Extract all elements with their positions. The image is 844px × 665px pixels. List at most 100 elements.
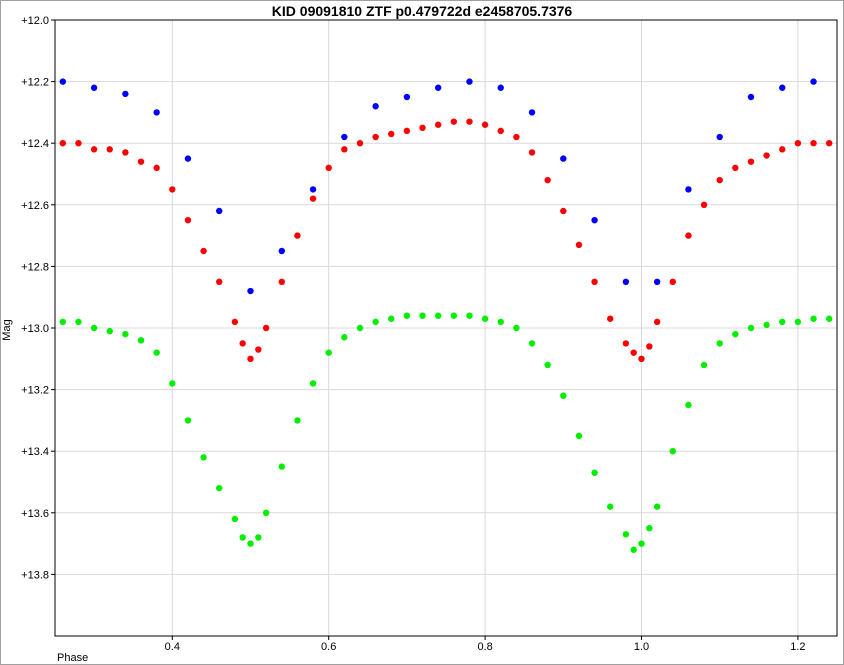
data-point (732, 164, 739, 172)
data-point (184, 217, 192, 224)
data-point (309, 195, 317, 202)
data-point (294, 232, 301, 239)
data-point (90, 84, 98, 91)
data-point (403, 312, 411, 319)
data-point (763, 321, 770, 329)
data-point (513, 133, 520, 141)
data-point (341, 334, 348, 341)
data-point (810, 78, 817, 85)
data-point (122, 90, 129, 98)
data-point (169, 186, 176, 193)
data-point (255, 534, 262, 541)
data-point (75, 140, 82, 147)
data-point (75, 318, 82, 326)
data-point (497, 84, 504, 91)
data-point (528, 149, 536, 156)
data-point (59, 318, 67, 326)
data-point (481, 121, 489, 128)
data-point (137, 337, 145, 344)
data-point (122, 149, 129, 156)
y-tick-label: +12.6 (21, 200, 49, 212)
data-point (700, 361, 708, 369)
x-tick-label: 0.6 (321, 641, 336, 653)
data-point (59, 78, 67, 85)
data-point (309, 186, 317, 193)
data-point (278, 247, 285, 255)
data-point (200, 247, 207, 255)
data-point (341, 133, 348, 141)
data-point (419, 312, 426, 319)
data-point (630, 546, 637, 553)
data-point (528, 340, 536, 347)
data-point (153, 109, 160, 116)
data-point (763, 152, 770, 159)
data-point (716, 176, 723, 184)
data-point (669, 278, 676, 285)
data-point (216, 484, 223, 492)
data-point (497, 127, 504, 135)
data-point (685, 232, 692, 239)
data-point (278, 463, 285, 470)
data-point (716, 133, 723, 141)
data-point (90, 146, 98, 153)
axis-ticks: 0.4 0.6 0.8 1.0 1.2 +12.0 +12.2 +12.4 +12.6 +12.8… (21, 15, 805, 653)
data-point (528, 109, 536, 116)
data-point (372, 103, 379, 110)
data-point (372, 318, 379, 326)
data-point (419, 124, 426, 131)
data-point (278, 278, 285, 285)
data-point (646, 343, 653, 350)
data-point (810, 315, 817, 322)
data-point (450, 118, 458, 125)
data-point (262, 324, 270, 332)
data-point (106, 327, 113, 335)
data-point (622, 340, 630, 347)
data-point (403, 127, 411, 135)
data-point (247, 540, 254, 547)
data-point (122, 330, 129, 338)
data-point (653, 278, 661, 285)
data-point (450, 312, 458, 319)
data-points (59, 78, 833, 553)
data-point (231, 515, 239, 523)
data-point (591, 278, 598, 285)
data-point (646, 525, 653, 532)
data-point (607, 503, 614, 510)
data-point (560, 207, 567, 215)
data-point (779, 146, 786, 153)
data-point (372, 133, 379, 141)
grid (55, 19, 837, 636)
x-tick-label: 1.2 (790, 641, 805, 653)
data-point (622, 278, 630, 285)
data-point (239, 534, 246, 541)
data-point (239, 340, 246, 347)
data-point (575, 432, 583, 439)
y-tick-label: +12.2 (21, 77, 49, 89)
data-point (825, 140, 833, 147)
data-point (591, 217, 598, 224)
data-point (747, 93, 755, 101)
data-point (560, 155, 567, 162)
data-point (388, 315, 395, 322)
data-point (810, 140, 817, 147)
data-point (90, 324, 98, 332)
y-tick-label: +12.0 (21, 15, 49, 27)
data-point (825, 315, 833, 322)
data-point (434, 312, 442, 319)
data-point (716, 340, 723, 347)
y-tick-label: +13.0 (21, 323, 49, 335)
data-point (747, 324, 755, 332)
data-point (481, 315, 489, 322)
light-curve-chart: KID 09091810 ZTF p0.479722d e2458705.737… (1, 3, 838, 664)
data-point (685, 401, 692, 409)
data-point (137, 158, 145, 165)
data-point (341, 146, 348, 153)
y-tick-label: +13.8 (21, 569, 49, 581)
data-point (630, 349, 637, 356)
data-point (247, 355, 254, 362)
data-point (497, 318, 504, 326)
data-point (216, 278, 223, 285)
y-tick-label: +13.2 (21, 385, 49, 397)
data-point (216, 207, 223, 215)
y-axis-label: Mag (1, 319, 13, 340)
